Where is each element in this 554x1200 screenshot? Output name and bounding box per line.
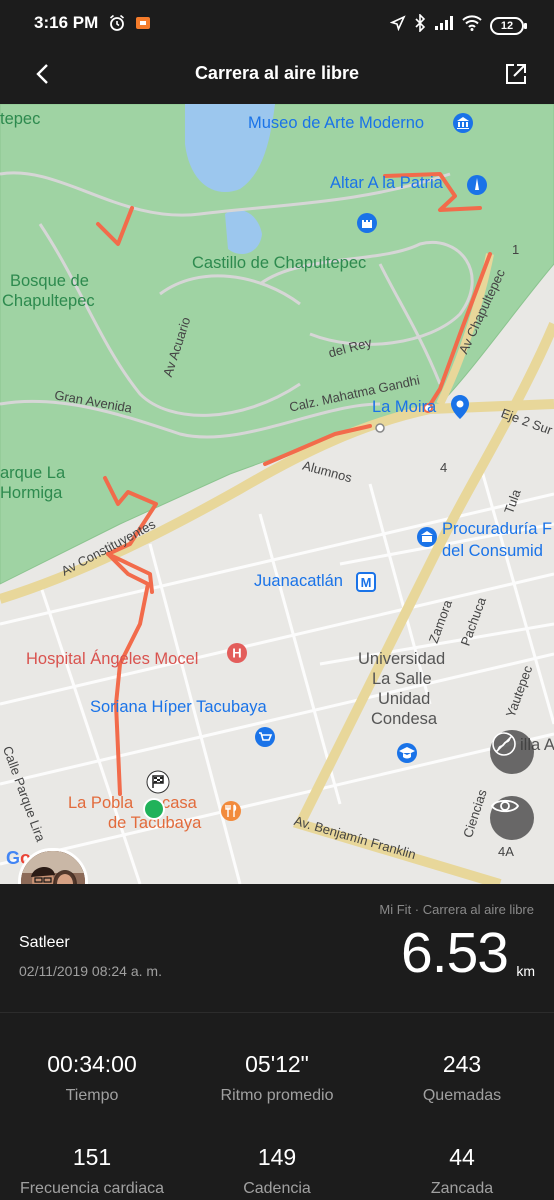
road-number-1: 1 [512, 242, 520, 257]
map-label-bosque-1: Bosque de [10, 272, 89, 290]
map-label-juanacatlan: Juanacatlán [254, 572, 343, 590]
activity-summary: Mi Fit · Carrera al aire libre Satleer 0… [0, 884, 554, 1012]
map-label-hospital: Hospital Ángeles Mocel [26, 650, 199, 668]
map-label-altar: Altar A la Patria [330, 174, 443, 192]
map-label-universidad-3: Unidad [378, 690, 431, 708]
notification-icon [135, 15, 151, 36]
stat-value: 243 [442, 1051, 482, 1077]
stat-heart-rate: 151 Frecuencia cardiaca [0, 1144, 184, 1198]
location-icon [389, 15, 406, 36]
stats-grid: 00:34:00 Tiempo 05'12" Ritmo promedio 24… [0, 1013, 554, 1200]
stat-stride: 44 Zancada [370, 1144, 554, 1198]
user-name: Satleer [19, 934, 70, 951]
alarm-icon [108, 14, 126, 37]
status-time: 3:16 PM [34, 13, 99, 32]
road-number-4a: 4A [498, 844, 514, 859]
stat-value: 149 [257, 1144, 297, 1170]
map-label-soriana: Soriana Híper Tacubaya [90, 698, 267, 716]
map-label-procuraduria-1: Procuraduría F [442, 520, 553, 538]
status-bar: 3:16 PM 12 [0, 0, 554, 48]
stat-calories: 243 Quemadas [370, 1051, 554, 1105]
stat-value: 00:34:00 [47, 1051, 137, 1077]
wifi-icon [462, 15, 482, 36]
signal-icon [434, 15, 454, 36]
view-toggle-button[interactable] [490, 796, 534, 840]
bluetooth-icon [414, 13, 426, 37]
map-label-la-moira: La Moira [372, 398, 437, 416]
stat-label: Tiempo [65, 1087, 119, 1104]
stat-value: 151 [72, 1144, 112, 1170]
activity-date: 02/11/2019 08:24 a. m. [19, 963, 162, 979]
map-canvas [0, 104, 554, 884]
map-label-procuraduria-2: del Consumid [442, 542, 543, 560]
source-label: Mi Fit · Carrera al aire libre [379, 902, 534, 917]
map-label-universidad-2: La Salle [372, 670, 432, 688]
svg-text:H: H [232, 646, 241, 661]
map-label-bosque-2: Chapultepec [2, 292, 95, 310]
road-number-4: 4 [440, 460, 448, 475]
share-icon[interactable] [502, 60, 530, 88]
map-label-castillo: Castillo de Chapultepec [192, 254, 367, 272]
map-label-poblana-1: La Pobla [68, 794, 134, 812]
hide-route-button[interactable] [490, 730, 534, 774]
map-label-museo: Museo de Arte Moderno [248, 114, 425, 132]
stat-pace: 05'12" Ritmo promedio [185, 1051, 369, 1105]
map-label-parque-1: arque La [0, 464, 66, 482]
map-label-universidad-1: Universidad [358, 650, 446, 668]
stat-label: Frecuencia cardiaca [19, 1180, 165, 1197]
stat-label: Cadencia [243, 1180, 311, 1197]
stat-label: Quemadas [422, 1087, 502, 1104]
stat-value: 44 [449, 1144, 475, 1170]
stat-cadence: 149 Cadencia [185, 1144, 369, 1198]
stat-label: Ritmo promedio [220, 1087, 334, 1104]
battery-indicator: 12 [490, 16, 527, 35]
stat-time: 00:34:00 Tiempo [0, 1051, 184, 1105]
map-label-parque-2: Hormiga [0, 484, 63, 502]
stat-value: 05'12" [245, 1051, 309, 1077]
stat-label: Zancada [430, 1180, 494, 1197]
map-label-tepec: tepec [0, 110, 41, 128]
distance-value: 6.53 [401, 921, 509, 985]
svg-text:M: M [361, 575, 372, 590]
distance-unit: km [516, 963, 535, 979]
app-bar: Carrera al aire libre [0, 48, 554, 104]
map-label-poblana-2: casa [162, 794, 197, 812]
page-title: Carrera al aire libre [194, 63, 360, 83]
route-map[interactable]: tepec Museo de Arte Moderno Altar A la P… [0, 104, 554, 884]
map-label-universidad-4: Condesa [371, 710, 438, 728]
